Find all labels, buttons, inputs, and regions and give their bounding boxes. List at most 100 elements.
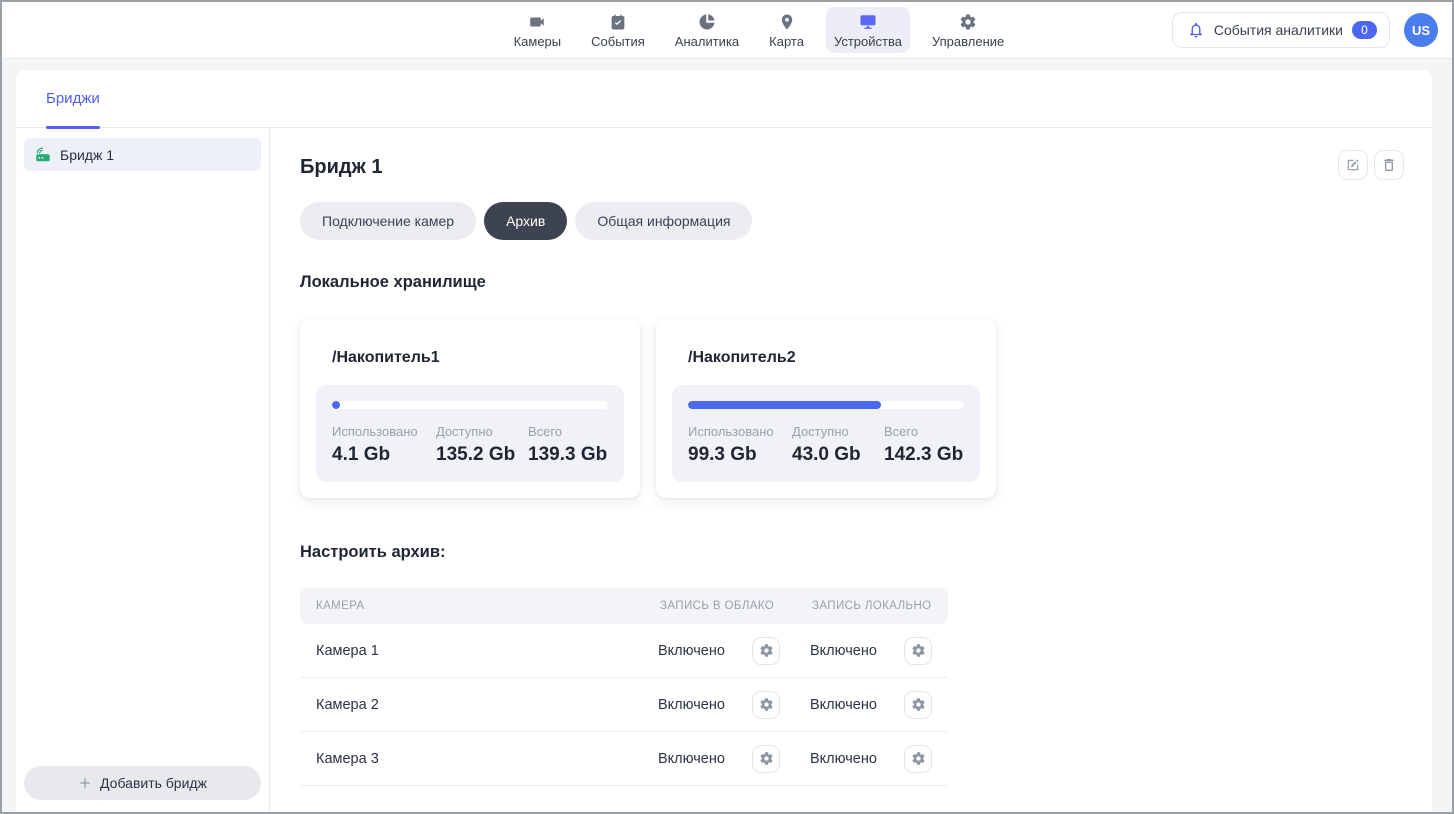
app-window: Камеры События Аналитика Карта Устройств… — [0, 0, 1454, 814]
bridges-sidebar: Бридж 1 Добавить бридж — [16, 128, 270, 812]
bridge-item-label: Бридж 1 — [60, 147, 114, 163]
tab-cameras[interactable]: Камеры — [506, 7, 570, 53]
camera-icon — [527, 12, 547, 32]
table-row: Камера 1 Включено Включено — [300, 624, 948, 678]
tab-devices[interactable]: Устройства — [826, 7, 910, 53]
total-label: Всего — [528, 424, 608, 439]
notification-count-badge: 0 — [1352, 21, 1377, 39]
gear-icon — [759, 697, 774, 712]
bridge-tabs: Подключение камер Архив Общая информация — [300, 202, 1404, 240]
tab-map[interactable]: Карта — [761, 7, 812, 53]
nav-label: Управление — [932, 34, 1004, 49]
gear-icon — [911, 751, 926, 766]
plus-icon — [78, 776, 92, 790]
cloud-recording-state: Включено — [658, 697, 725, 713]
events-icon — [608, 12, 628, 32]
tab-archive[interactable]: Архив — [484, 202, 567, 240]
nav-label: События — [591, 34, 645, 49]
main-nav: Камеры События Аналитика Карта Устройств… — [506, 7, 1013, 53]
tab-events[interactable]: События — [583, 7, 653, 53]
tab-management[interactable]: Управление — [924, 7, 1012, 53]
local-recording-state: Включено — [810, 643, 877, 659]
used-label: Использовано — [332, 424, 436, 439]
used-label: Использовано — [688, 424, 792, 439]
usage-progress-bar — [332, 401, 608, 409]
edit-bridge-button[interactable] — [1338, 150, 1368, 180]
local-storage-heading: Локальное хранилище — [300, 273, 1404, 292]
col-cloud-recording: ЗАПИСЬ В ОБЛАКО — [644, 600, 796, 612]
drive-name: /Накопитель2 — [672, 335, 980, 385]
usage-progress-bar — [688, 401, 964, 409]
management-gear-icon — [958, 12, 978, 32]
tab-camera-connection[interactable]: Подключение камер — [300, 202, 476, 240]
map-pin-icon — [777, 12, 797, 32]
cloud-settings-button[interactable] — [752, 691, 780, 719]
devices-panel: Бриджи Бридж 1 Добавить бридж — [16, 70, 1432, 812]
local-recording-state: Включено — [810, 697, 877, 713]
local-settings-button[interactable] — [904, 637, 932, 665]
storage-card-2: /Накопитель2 Использовано 99.3 Gb — [656, 319, 996, 498]
tab-analytics[interactable]: Аналитика — [667, 7, 747, 53]
total-value: 139.3 Gb — [528, 444, 608, 466]
cloud-recording-state: Включено — [658, 643, 725, 659]
drive-cards: /Накопитель1 Использовано 4.1 Gb — [300, 319, 1404, 498]
nav-label: Карта — [769, 34, 804, 49]
page-title: Бридж 1 — [300, 156, 382, 179]
sidebar-item-bridge-1[interactable]: Бридж 1 — [24, 138, 261, 171]
cloud-settings-button[interactable] — [752, 745, 780, 773]
camera-name: Камера 3 — [300, 751, 644, 767]
cloud-settings-button[interactable] — [752, 637, 780, 665]
analytics-pie-icon — [697, 12, 717, 32]
devices-monitor-icon — [858, 12, 878, 32]
sidebar-spacer — [24, 171, 261, 766]
analytics-events-button[interactable]: События аналитики 0 — [1172, 12, 1390, 48]
bridge-detail: Бридж 1 Подключение камер Архив Общая ин… — [270, 128, 1432, 812]
edit-icon — [1345, 157, 1361, 173]
table-header: КАМЕРА ЗАПИСЬ В ОБЛАКО ЗАПИСЬ ЛОКАЛЬНО — [300, 588, 948, 624]
gear-icon — [759, 751, 774, 766]
drive-name: /Накопитель1 — [316, 335, 624, 385]
avatar[interactable]: US — [1404, 13, 1438, 47]
used-value: 4.1 Gb — [332, 444, 436, 466]
available-value: 135.2 Gb — [436, 444, 528, 466]
top-bar: Камеры События Аналитика Карта Устройств… — [2, 2, 1452, 59]
bridge-router-icon — [34, 146, 52, 164]
configure-archive-heading: Настроить архив: — [300, 543, 1404, 562]
analytics-events-label: События аналитики — [1214, 22, 1343, 38]
header-right: События аналитики 0 US — [1172, 12, 1438, 48]
available-label: Доступно — [436, 424, 528, 439]
tab-general-info[interactable]: Общая информация — [575, 202, 752, 240]
used-value: 99.3 Gb — [688, 444, 792, 466]
local-settings-button[interactable] — [904, 691, 932, 719]
table-row: Камера 3 Включено Включено — [300, 732, 948, 786]
active-tab-underline — [46, 126, 100, 129]
camera-name: Камера 2 — [300, 697, 644, 713]
tab-bridges[interactable]: Бриджи — [46, 70, 100, 127]
bell-icon — [1187, 21, 1205, 39]
usage-progress-fill — [332, 401, 340, 409]
col-local-recording: ЗАПИСЬ ЛОКАЛЬНО — [796, 600, 948, 612]
nav-label: Устройства — [834, 34, 902, 49]
gear-icon — [911, 643, 926, 658]
local-settings-button[interactable] — [904, 745, 932, 773]
gear-icon — [911, 697, 926, 712]
available-label: Доступно — [792, 424, 884, 439]
trash-icon — [1381, 157, 1397, 173]
cloud-recording-state: Включено — [658, 751, 725, 767]
nav-label: Аналитика — [675, 34, 739, 49]
total-value: 142.3 Gb — [884, 444, 964, 466]
tab-bridges-label: Бриджи — [46, 90, 100, 107]
storage-card-1: /Накопитель1 Использовано 4.1 Gb — [300, 319, 640, 498]
archive-table: КАМЕРА ЗАПИСЬ В ОБЛАКО ЗАПИСЬ ЛОКАЛЬНО К… — [300, 588, 948, 786]
add-bridge-button[interactable]: Добавить бридж — [24, 766, 261, 800]
drive-stats: Использовано 4.1 Gb Доступно 135.2 Gb Вс… — [316, 385, 624, 482]
add-bridge-label: Добавить бридж — [100, 775, 207, 791]
drive-stats: Использовано 99.3 Gb Доступно 43.0 Gb Вс… — [672, 385, 980, 482]
table-row: Камера 2 Включено Включено — [300, 678, 948, 732]
local-recording-state: Включено — [810, 751, 877, 767]
camera-name: Камера 1 — [300, 643, 644, 659]
delete-bridge-button[interactable] — [1374, 150, 1404, 180]
bridge-actions — [1338, 150, 1404, 180]
panel-tab-bar: Бриджи — [16, 70, 1432, 128]
total-label: Всего — [884, 424, 964, 439]
